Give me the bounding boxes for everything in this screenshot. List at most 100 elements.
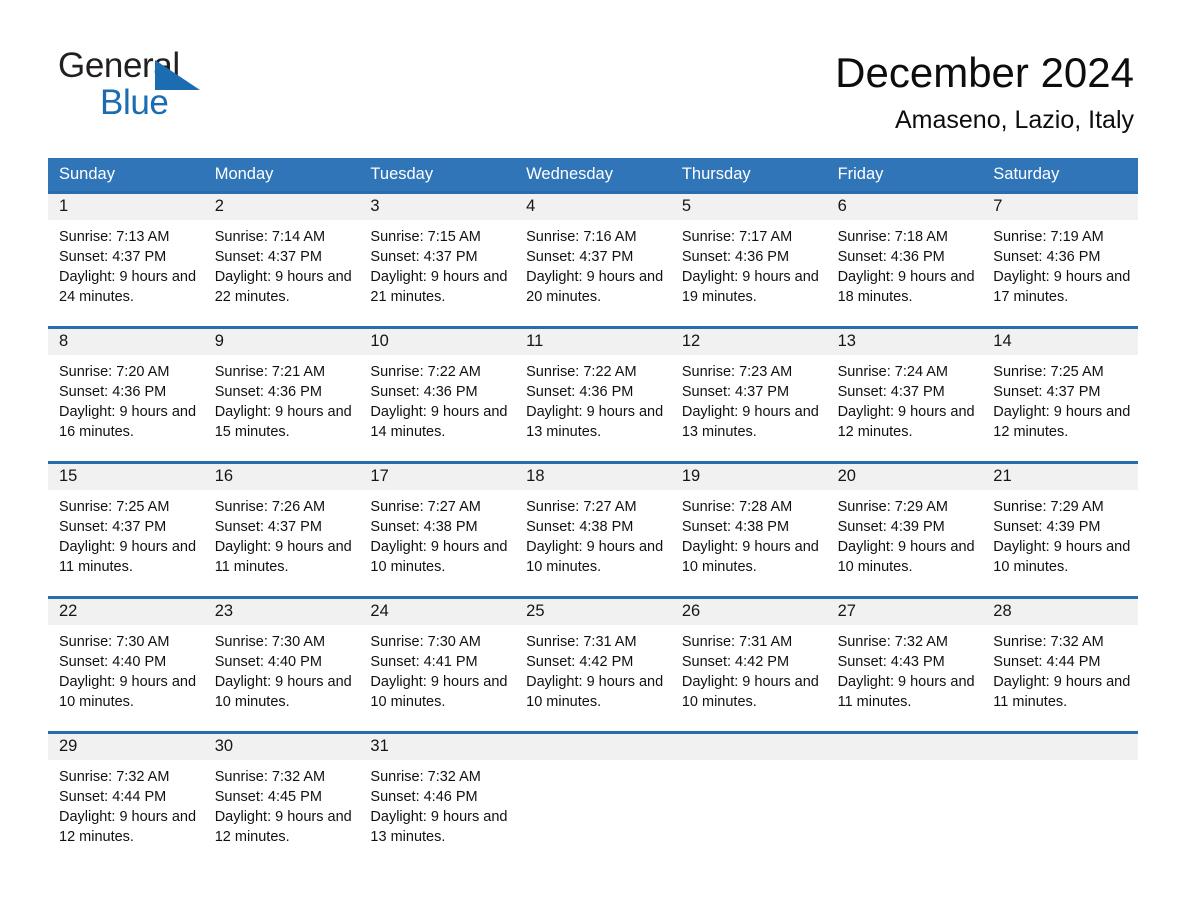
day-number: 27 [837, 602, 856, 621]
daylight-text: Daylight: 9 hours and 12 minutes. [214, 809, 352, 846]
day-info: Sunrise: 7:21 AM Sunset: 4:36 PM Dayligh… [204, 355, 360, 443]
day-cell[interactable]: 30 Sunrise: 7:32 AM Sunset: 4:45 PM Dayl… [203, 733, 360, 861]
day-cell[interactable]: 19 Sunrise: 7:28 AM Sunset: 4:38 PM Dayl… [670, 463, 827, 596]
day-cell[interactable]: 22 Sunrise: 7:30 AM Sunset: 4:40 PM Dayl… [48, 598, 204, 731]
page-title: December 2024 [835, 49, 1134, 96]
day-cell[interactable]: 20 Sunrise: 7:29 AM Sunset: 4:39 PM Dayl… [826, 463, 983, 596]
sunset-text: Sunset: 4:37 PM [214, 518, 322, 535]
day-number-band: 28 [982, 598, 1138, 625]
weekday-header-friday: Friday [837, 164, 884, 183]
daylight-text: Daylight: 9 hours and 17 minutes. [993, 269, 1131, 306]
day-cell[interactable]: 27 Sunrise: 7:32 AM Sunset: 4:43 PM Dayl… [826, 598, 983, 731]
weekday-header-wednesday: Wednesday [526, 164, 613, 183]
day-cell-empty [670, 733, 827, 861]
day-info: Sunrise: 7:25 AM Sunset: 4:37 PM Dayligh… [982, 355, 1138, 443]
sunset-text: Sunset: 4:44 PM [993, 653, 1101, 670]
sunrise-text: Sunrise: 7:31 AM [526, 633, 637, 650]
brand-logo[interactable]: General Blue [58, 48, 258, 122]
sunset-text: Sunset: 4:37 PM [214, 248, 322, 265]
day-number-band: 11 [515, 328, 671, 355]
week-row: 8 Sunrise: 7:20 AM Sunset: 4:36 PM Dayli… [48, 325, 1138, 461]
day-cell[interactable]: 7 Sunrise: 7:19 AM Sunset: 4:36 PM Dayli… [982, 193, 1138, 326]
day-cell[interactable]: 5 Sunrise: 7:17 AM Sunset: 4:36 PM Dayli… [670, 193, 827, 326]
sunrise-text: Sunrise: 7:22 AM [526, 363, 637, 380]
day-cell[interactable]: 9 Sunrise: 7:21 AM Sunset: 4:36 PM Dayli… [203, 328, 360, 461]
daylight-text: Daylight: 9 hours and 11 minutes. [837, 674, 975, 711]
day-cell[interactable]: 12 Sunrise: 7:23 AM Sunset: 4:37 PM Dayl… [670, 328, 827, 461]
day-cell[interactable]: 16 Sunrise: 7:26 AM Sunset: 4:37 PM Dayl… [203, 463, 360, 596]
day-info: Sunrise: 7:17 AM Sunset: 4:36 PM Dayligh… [671, 220, 827, 308]
sunset-text: Sunset: 4:37 PM [681, 383, 790, 400]
daylight-text: Daylight: 9 hours and 14 minutes. [370, 404, 508, 441]
day-cell-empty [982, 733, 1138, 861]
daylight-text: Daylight: 9 hours and 11 minutes. [214, 539, 352, 576]
day-cell[interactable]: 4 Sunrise: 7:16 AM Sunset: 4:37 PM Dayli… [515, 193, 671, 326]
sunrise-text: Sunrise: 7:24 AM [837, 363, 948, 380]
day-cell[interactable]: 15 Sunrise: 7:25 AM Sunset: 4:37 PM Dayl… [48, 463, 204, 596]
day-cell[interactable]: 10 Sunrise: 7:22 AM Sunset: 4:36 PM Dayl… [359, 328, 516, 461]
sunset-text: Sunset: 4:43 PM [837, 653, 945, 670]
day-number-band: 24 [359, 598, 516, 625]
day-cell[interactable]: 14 Sunrise: 7:25 AM Sunset: 4:37 PM Dayl… [982, 328, 1138, 461]
day-info: Sunrise: 7:29 AM Sunset: 4:39 PM Dayligh… [827, 490, 983, 578]
sunset-text: Sunset: 4:44 PM [59, 788, 167, 805]
sunrise-text: Sunrise: 7:22 AM [370, 363, 481, 380]
daylight-text: Daylight: 9 hours and 10 minutes. [370, 539, 508, 576]
day-info: Sunrise: 7:30 AM Sunset: 4:40 PM Dayligh… [204, 625, 360, 713]
day-number: 6 [837, 197, 847, 216]
day-cell[interactable]: 11 Sunrise: 7:22 AM Sunset: 4:36 PM Dayl… [515, 328, 671, 461]
day-cell[interactable]: 17 Sunrise: 7:27 AM Sunset: 4:38 PM Dayl… [359, 463, 516, 596]
day-cell[interactable]: 25 Sunrise: 7:31 AM Sunset: 4:42 PM Dayl… [515, 598, 671, 731]
sunrise-text: Sunrise: 7:32 AM [214, 768, 326, 785]
sunrise-text: Sunrise: 7:15 AM [370, 228, 481, 245]
day-cell[interactable]: 29 Sunrise: 7:32 AM Sunset: 4:44 PM Dayl… [48, 733, 204, 861]
day-cell[interactable]: 21 Sunrise: 7:29 AM Sunset: 4:39 PM Dayl… [982, 463, 1138, 596]
day-info: Sunrise: 7:16 AM Sunset: 4:37 PM Dayligh… [515, 220, 671, 308]
day-number: 19 [681, 467, 701, 486]
week-row: 29 Sunrise: 7:32 AM Sunset: 4:44 PM Dayl… [48, 730, 1138, 861]
day-number-band: 30 [203, 733, 360, 760]
day-number-band: 22 [48, 598, 204, 625]
sunrise-text: Sunrise: 7:30 AM [214, 633, 326, 650]
day-cell[interactable]: 24 Sunrise: 7:30 AM Sunset: 4:41 PM Dayl… [359, 598, 516, 731]
sunrise-text: Sunrise: 7:32 AM [59, 768, 170, 785]
daylight-text: Daylight: 9 hours and 12 minutes. [59, 809, 197, 846]
day-number-band: 17 [359, 463, 516, 490]
sunset-text: Sunset: 4:36 PM [370, 383, 478, 400]
daylight-text: Daylight: 9 hours and 12 minutes. [993, 404, 1131, 441]
day-info: Sunrise: 7:30 AM Sunset: 4:41 PM Dayligh… [359, 625, 515, 713]
day-cell[interactable]: 26 Sunrise: 7:31 AM Sunset: 4:42 PM Dayl… [670, 598, 827, 731]
day-number-band: 15 [48, 463, 204, 490]
day-number-band: 31 [359, 733, 516, 760]
day-cell[interactable]: 6 Sunrise: 7:18 AM Sunset: 4:36 PM Dayli… [826, 193, 983, 326]
weekday-header-tuesday: Tuesday [370, 164, 434, 183]
sunset-text: Sunset: 4:45 PM [214, 788, 322, 805]
day-cell[interactable]: 28 Sunrise: 7:32 AM Sunset: 4:44 PM Dayl… [982, 598, 1138, 731]
sunset-text: Sunset: 4:36 PM [214, 383, 322, 400]
daylight-text: Daylight: 9 hours and 21 minutes. [370, 269, 508, 306]
day-number: 31 [370, 737, 389, 756]
daylight-text: Daylight: 9 hours and 13 minutes. [526, 404, 664, 441]
day-cell[interactable]: 3 Sunrise: 7:15 AM Sunset: 4:37 PM Dayli… [359, 193, 516, 326]
day-number-band: 19 [670, 463, 827, 490]
day-number: 25 [526, 602, 545, 621]
weekday-header-sunday: Sunday [59, 164, 115, 183]
sunset-text: Sunset: 4:37 PM [59, 518, 167, 535]
day-cell[interactable]: 8 Sunrise: 7:20 AM Sunset: 4:36 PM Dayli… [48, 328, 204, 461]
day-number-band: 27 [826, 598, 983, 625]
day-number: 7 [993, 197, 1003, 216]
day-number: 17 [370, 467, 389, 486]
daylight-text: Daylight: 9 hours and 11 minutes. [59, 539, 197, 576]
sunset-text: Sunset: 4:37 PM [993, 383, 1101, 400]
day-cell[interactable]: 2 Sunrise: 7:14 AM Sunset: 4:37 PM Dayli… [203, 193, 360, 326]
day-info: Sunrise: 7:32 AM Sunset: 4:45 PM Dayligh… [204, 760, 360, 848]
day-cell[interactable]: 31 Sunrise: 7:32 AM Sunset: 4:46 PM Dayl… [359, 733, 516, 861]
sunrise-text: Sunrise: 7:32 AM [993, 633, 1104, 650]
day-info: Sunrise: 7:14 AM Sunset: 4:37 PM Dayligh… [204, 220, 360, 308]
daylight-text: Daylight: 9 hours and 20 minutes. [526, 269, 664, 306]
day-info: Sunrise: 7:22 AM Sunset: 4:36 PM Dayligh… [359, 355, 515, 443]
day-cell[interactable]: 18 Sunrise: 7:27 AM Sunset: 4:38 PM Dayl… [515, 463, 671, 596]
day-cell[interactable]: 13 Sunrise: 7:24 AM Sunset: 4:37 PM Dayl… [826, 328, 983, 461]
day-cell[interactable]: 1 Sunrise: 7:13 AM Sunset: 4:37 PM Dayli… [48, 193, 204, 326]
day-cell[interactable]: 23 Sunrise: 7:30 AM Sunset: 4:40 PM Dayl… [203, 598, 360, 731]
